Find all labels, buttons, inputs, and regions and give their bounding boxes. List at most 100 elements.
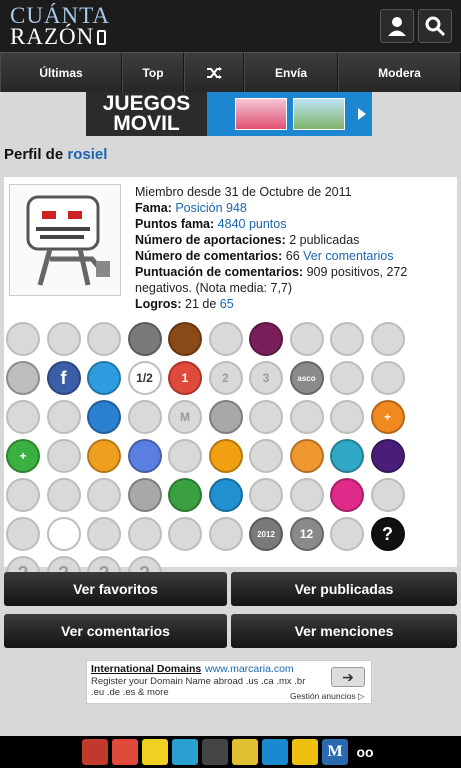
fame-points-link[interactable]: 4840 puntos	[218, 217, 287, 231]
badge-asco-grey-icon[interactable]: asco	[289, 361, 324, 395]
comments-label: Número de comentarios:	[135, 249, 283, 263]
nav-ultimas[interactable]: Últimas	[0, 53, 122, 92]
search-button[interactable]	[418, 9, 452, 43]
badge-pumpkin-icon[interactable]	[168, 517, 202, 551]
badge-half-icon[interactable]: 1/2	[127, 361, 162, 395]
footer-app-icon[interactable]	[262, 739, 288, 765]
badge-olympics-icon[interactable]	[46, 517, 81, 551]
footer-app-icon[interactable]	[232, 739, 258, 765]
badge-tv-icon[interactable]	[127, 322, 162, 356]
banner-images	[207, 92, 372, 136]
badge-horse-icon[interactable]	[46, 439, 81, 473]
badge-blank-1-icon[interactable]	[249, 478, 283, 512]
badge-search-icon[interactable]	[370, 361, 405, 395]
fame-points-label: Puntos fama:	[135, 217, 215, 231]
badge-twitter-icon[interactable]	[87, 361, 121, 395]
badge-number-12-icon[interactable]: 12	[289, 517, 324, 551]
fame-link[interactable]: Posición 948	[175, 201, 247, 215]
badge-star-icon[interactable]	[87, 478, 121, 512]
badge-like-icon[interactable]	[330, 400, 364, 434]
footer-app-icon[interactable]	[82, 739, 108, 765]
ad-title[interactable]: International Domains	[91, 663, 201, 675]
badge-globe-icon[interactable]	[46, 478, 81, 512]
badge-thumb-icon[interactable]	[249, 400, 283, 434]
badge-number-2-icon[interactable]: 2	[208, 361, 243, 395]
badge-calendar-icon[interactable]	[127, 439, 162, 473]
badge-tv-retro-icon[interactable]	[168, 322, 202, 356]
view-comments-link[interactable]: Ver comentarios	[303, 249, 393, 263]
footer-app-icon[interactable]	[112, 739, 138, 765]
footer-app-icon[interactable]: M	[322, 739, 348, 765]
badge-crown-grey-icon[interactable]	[208, 322, 243, 356]
badge-star-2-icon[interactable]	[127, 478, 162, 512]
badge-square-icon[interactable]	[87, 400, 121, 434]
view-favorites-button[interactable]: Ver favoritos	[4, 572, 227, 606]
badge-crown-icon[interactable]	[249, 322, 283, 356]
badge-pin-icon[interactable]	[6, 322, 40, 356]
view-published-button[interactable]: Ver publicadas	[231, 572, 457, 606]
badge-dove-icon[interactable]	[127, 517, 162, 551]
badge-number-1-icon[interactable]: 1	[168, 361, 202, 395]
badge-pacifier-icon[interactable]	[208, 439, 243, 473]
footer-app-icon[interactable]: oo	[352, 739, 378, 765]
badge-pencil-icon[interactable]	[249, 439, 283, 473]
badge-blank-2-icon[interactable]	[289, 478, 324, 512]
badge-chat-icon[interactable]	[6, 478, 40, 512]
ad-go-button[interactable]: ➔	[331, 667, 365, 687]
badge-skull-icon[interactable]	[6, 517, 40, 551]
achievements-total-link[interactable]: 65	[220, 297, 234, 311]
banner-line2: MOVIL	[113, 112, 180, 135]
view-mentions-button[interactable]: Ver menciones	[231, 614, 457, 648]
comment-score-label: Puntuación de comentarios:	[135, 265, 304, 279]
badge-facebook-icon[interactable]: f	[46, 361, 81, 395]
badge-moon-icon[interactable]	[370, 439, 405, 473]
nav-top[interactable]: Top	[122, 53, 184, 92]
badge-plus-orange-icon[interactable]: +	[370, 400, 405, 434]
badge-calendar-grey-icon[interactable]	[330, 361, 364, 395]
view-comments-button[interactable]: Ver comentarios	[4, 614, 227, 648]
badge-frame-icon[interactable]	[46, 322, 81, 356]
badge-2012-icon[interactable]: 2012	[249, 517, 283, 551]
badge-camera-icon[interactable]	[289, 439, 324, 473]
badge-chess-icon[interactable]	[127, 400, 162, 434]
badge-frogs-icon[interactable]	[168, 478, 202, 512]
badge-blank-3-icon[interactable]	[87, 517, 121, 551]
badge-question-black-icon[interactable]: ?	[370, 517, 405, 551]
badge-cup-3-icon[interactable]	[370, 322, 405, 356]
contributions-row: Número de aportaciones: 2 publicadas	[135, 232, 453, 248]
badge-alarm-icon[interactable]	[330, 439, 364, 473]
site-logo[interactable]: CUÁNTA RAZÓN	[10, 4, 110, 48]
nav-envia[interactable]: Envía	[244, 53, 338, 92]
badge-troll-icon[interactable]	[46, 400, 81, 434]
badge-screen-icon[interactable]	[87, 322, 121, 356]
username-link[interactable]: rosiel	[67, 146, 107, 163]
ad-url[interactable]: www.marcaria.com	[205, 663, 294, 675]
badge-face-icon[interactable]	[208, 517, 243, 551]
badge-ring-icon[interactable]	[6, 361, 40, 395]
badge-number-3-icon[interactable]: 3	[249, 361, 283, 395]
badge-glasses-icon[interactable]	[87, 439, 121, 473]
badge-leaf-icon[interactable]	[370, 478, 405, 512]
games-banner[interactable]: JUEGOS MOVIL	[86, 92, 372, 136]
badge-cup-2-icon[interactable]	[330, 322, 364, 356]
badge-cat-icon[interactable]	[208, 400, 243, 434]
footer-app-icon[interactable]	[172, 739, 198, 765]
badge-thumb-up-icon[interactable]	[289, 400, 324, 434]
badge-cup-1-icon[interactable]	[289, 322, 324, 356]
ad-management-link[interactable]: Gestión anuncios ▷	[290, 691, 365, 702]
badge-plus-green-icon[interactable]: +	[6, 439, 40, 473]
achievements-label: Logros:	[135, 297, 182, 311]
badge-heart-icon[interactable]	[330, 478, 364, 512]
footer-app-icon[interactable]	[202, 739, 228, 765]
user-button[interactable]	[380, 9, 414, 43]
nav-random[interactable]	[184, 53, 244, 92]
badge-wave-icon[interactable]	[208, 478, 243, 512]
badge-letter-m-icon[interactable]: M	[168, 400, 202, 434]
badge-character-icon[interactable]	[6, 400, 40, 434]
nav-modera[interactable]: Modera	[338, 53, 461, 92]
search-icon	[425, 16, 446, 37]
footer-app-icon[interactable]	[142, 739, 168, 765]
badge-grid-icon[interactable]	[168, 439, 202, 473]
badge-lines-icon[interactable]	[330, 517, 364, 551]
footer-app-icon[interactable]	[292, 739, 318, 765]
